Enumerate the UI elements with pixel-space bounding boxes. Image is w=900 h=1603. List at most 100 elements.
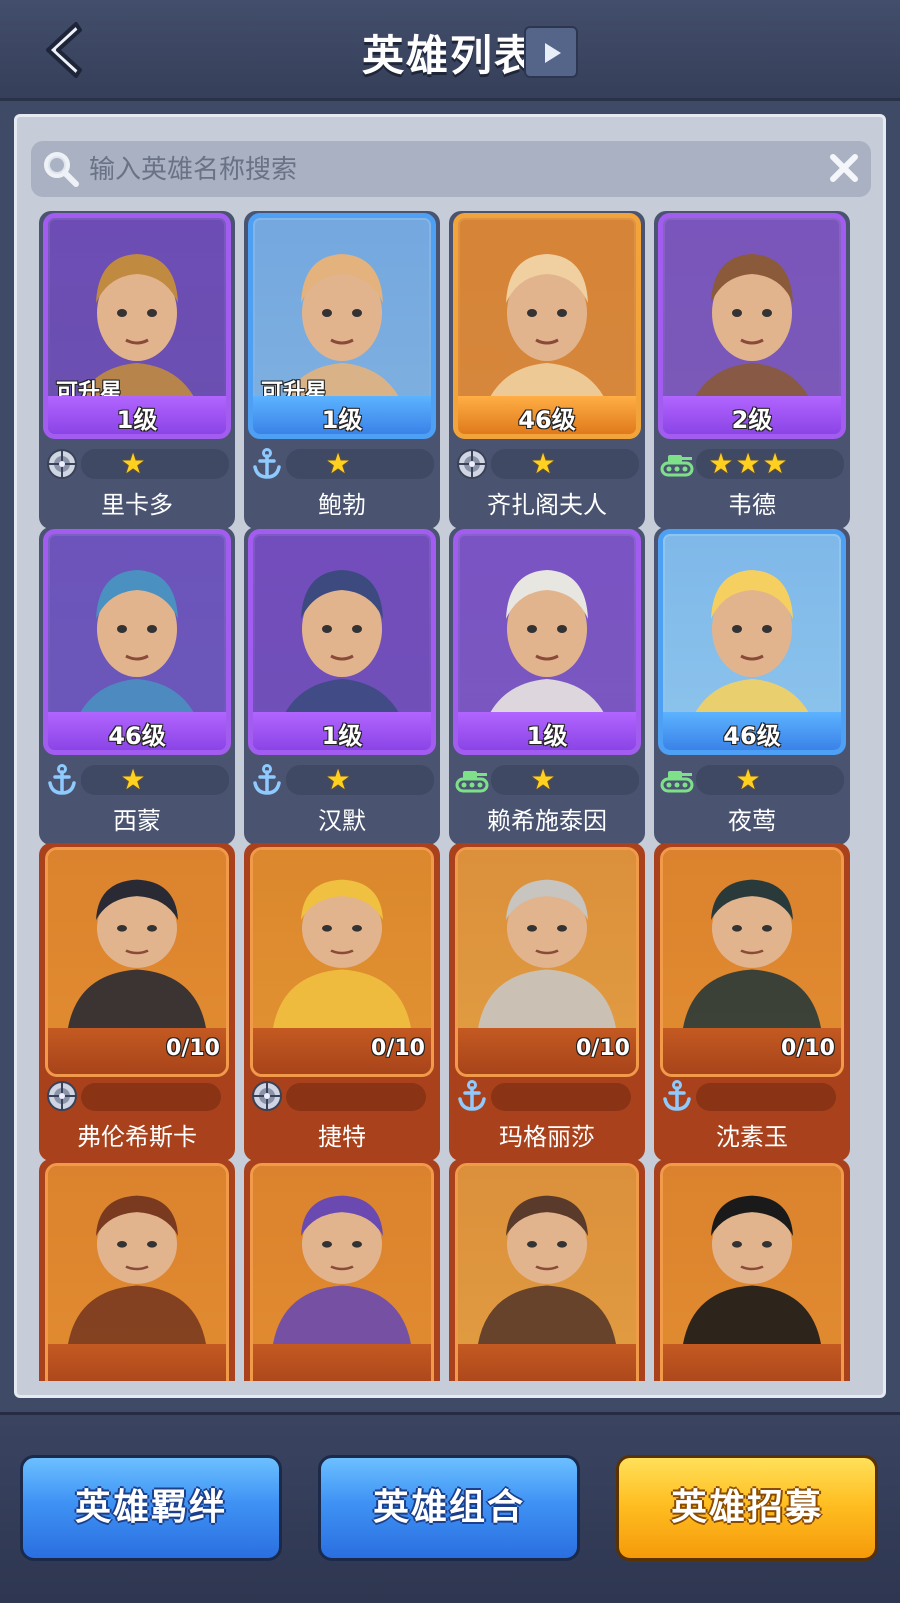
hero-card[interactable]: 1级 ★ 赖希施泰因 xyxy=(449,527,645,845)
fragment-bar xyxy=(663,1344,841,1381)
anchor-icon xyxy=(455,1079,489,1113)
hero-portrait-frame xyxy=(455,1163,639,1381)
anchor-icon xyxy=(45,763,79,797)
hero-portrait-frame xyxy=(660,1163,844,1381)
level-bar: 1级 xyxy=(48,396,226,434)
hero-card[interactable] xyxy=(244,1159,440,1381)
hero-card[interactable]: 1级 ★ 汉默 xyxy=(244,527,440,845)
hero-portrait-frame: 46级 xyxy=(658,529,846,755)
info-button[interactable] xyxy=(524,26,578,78)
level-bar: 46级 xyxy=(458,396,636,434)
hero-portrait-frame: 1级 xyxy=(248,529,436,755)
radar-icon xyxy=(455,447,489,481)
hero-combo-button[interactable]: 英雄组合 xyxy=(318,1455,580,1561)
radar-icon xyxy=(250,1079,284,1113)
hero-portrait-frame: 0/10 xyxy=(45,847,229,1077)
hero-portrait-frame: 46级 xyxy=(453,213,641,439)
level-label: 46级 xyxy=(108,722,166,750)
hero-portrait-image xyxy=(458,850,636,1028)
top-bar: 英雄列表 xyxy=(0,0,900,101)
hero-portrait-frame: 1级 xyxy=(453,529,641,755)
level-label: 46级 xyxy=(518,406,576,434)
hero-portrait-frame: 可升星 1级 xyxy=(248,213,436,439)
anchor-icon xyxy=(660,1079,694,1113)
search-icon xyxy=(44,152,79,187)
hero-card[interactable]: 0/10 沈素玉 xyxy=(654,843,850,1161)
level-bar: 46级 xyxy=(663,712,841,750)
hero-name: 汉默 xyxy=(318,807,366,835)
level-label: 1级 xyxy=(116,406,158,434)
hero-portrait-image xyxy=(48,850,226,1028)
hero-card[interactable]: 46级 ★ 齐扎阁夫人 xyxy=(449,211,645,529)
bottom-bar: 英雄羁绊 英雄组合 英雄招募 xyxy=(0,1412,900,1603)
hero-name: 赖希施泰因 xyxy=(487,807,607,835)
hero-portrait-image xyxy=(663,1166,841,1344)
hero-card[interactable]: 可升星 1级 ★ 里卡多 xyxy=(39,211,235,529)
search-input[interactable] xyxy=(87,147,811,193)
search-bar xyxy=(31,141,871,197)
hero-name: 里卡多 xyxy=(101,491,173,519)
hero-card[interactable] xyxy=(654,1159,850,1381)
play-triangle-icon xyxy=(545,43,561,63)
level-bar: 1级 xyxy=(458,712,636,750)
hero-name: 鲍勃 xyxy=(318,491,366,519)
hero-portrait-frame: 可升星 1级 xyxy=(43,213,231,439)
hero-portrait-frame xyxy=(45,1163,229,1381)
fragment-progress-strip xyxy=(286,1083,426,1111)
radar-icon xyxy=(45,447,79,481)
hero-name: 沈素玉 xyxy=(716,1123,788,1151)
fragment-count: 0/10 xyxy=(166,1036,220,1061)
hero-portrait-frame: 0/10 xyxy=(660,847,844,1077)
hero-name: 弗伦希斯卡 xyxy=(77,1123,197,1151)
hero-name: 夜莺 xyxy=(728,807,776,835)
hero-portrait-frame: 46级 xyxy=(43,529,231,755)
hero-portrait-image xyxy=(253,850,431,1028)
hero-card[interactable] xyxy=(39,1159,235,1381)
hero-card[interactable]: 46级 ★ 夜莺 xyxy=(654,527,850,845)
hero-portrait-frame: 0/10 xyxy=(250,847,434,1077)
level-label: 46级 xyxy=(723,722,781,750)
fragment-bar: 0/10 xyxy=(458,1028,636,1074)
hero-name: 玛格丽莎 xyxy=(499,1123,595,1151)
level-bar: 1级 xyxy=(253,396,431,434)
fragment-count: 0/10 xyxy=(576,1036,630,1061)
hero-portrait-frame: 0/10 xyxy=(455,847,639,1077)
hero-list-panel: 可升星1级★里卡多可升星1级★鲍勃46级★齐扎阁夫人2级★★★韦德46级★西蒙1… xyxy=(14,114,886,1398)
hero-portrait-image xyxy=(458,1166,636,1344)
fragment-bar: 0/10 xyxy=(48,1028,226,1074)
close-icon[interactable] xyxy=(829,153,859,183)
level-label: 2级 xyxy=(731,406,773,434)
tank-icon xyxy=(455,763,489,797)
hero-card[interactable]: 可升星 1级 ★ 鲍勃 xyxy=(244,211,440,529)
hero-card[interactable]: 0/10 捷特 xyxy=(244,843,440,1161)
level-bar: 2级 xyxy=(663,396,841,434)
hero-name: 西蒙 xyxy=(113,807,161,835)
level-label: 1级 xyxy=(526,722,568,750)
anchor-icon xyxy=(250,763,284,797)
hero-grid: 可升星 1级 ★ 里卡多 可升星 1级 ★ 鲍勃 46级 ★ 齐扎阁夫人 2级 ★★★ 韦德 46级 ★ 西蒙 1… xyxy=(39,211,869,1381)
fragment-progress-strip xyxy=(81,1083,221,1111)
hero-card[interactable]: 0/10 玛格丽莎 xyxy=(449,843,645,1161)
tank-icon xyxy=(660,447,694,481)
fragment-count: 0/10 xyxy=(781,1036,835,1061)
hero-bond-button[interactable]: 英雄羁绊 xyxy=(20,1455,282,1561)
hero-portrait-frame: 2级 xyxy=(658,213,846,439)
level-bar: 1级 xyxy=(253,712,431,750)
hero-portrait-frame xyxy=(250,1163,434,1381)
hero-card[interactable]: 2级 ★★★ 韦德 xyxy=(654,211,850,529)
anchor-icon xyxy=(250,447,284,481)
fragment-count: 0/10 xyxy=(371,1036,425,1061)
level-bar: 46级 xyxy=(48,712,226,750)
hero-card[interactable]: 46级 ★ 西蒙 xyxy=(39,527,235,845)
hero-portrait-image xyxy=(48,1166,226,1344)
level-label: 1级 xyxy=(321,406,363,434)
fragment-bar xyxy=(48,1344,226,1381)
hero-name: 捷特 xyxy=(318,1123,366,1151)
hero-card[interactable] xyxy=(449,1159,645,1381)
fragment-bar: 0/10 xyxy=(253,1028,431,1074)
hero-name: 齐扎阁夫人 xyxy=(487,491,607,519)
hero-card[interactable]: 0/10 弗伦希斯卡 xyxy=(39,843,235,1161)
hero-portrait-image xyxy=(253,1166,431,1344)
fragment-bar xyxy=(458,1344,636,1381)
hero-recruit-button[interactable]: 英雄招募 xyxy=(616,1455,878,1561)
